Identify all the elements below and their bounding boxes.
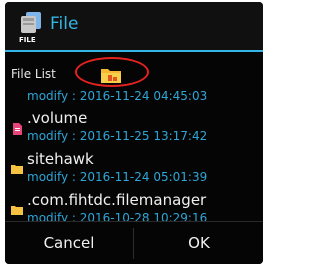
list-item[interactable]: .volume modify : 2016-11-25 13:17:42 (5, 109, 263, 149)
path-label: File List (11, 67, 56, 81)
ok-button[interactable]: OK (135, 222, 263, 264)
title-divider (5, 50, 263, 52)
item-modified-date: modify : 2016-11-25 13:17:42 (27, 129, 208, 143)
button-bar: Cancel OK (5, 221, 263, 264)
file-icon (13, 123, 22, 135)
item-name: .volume (27, 109, 88, 127)
path-bar: File List (5, 54, 263, 92)
dialog-title: File (50, 14, 79, 34)
item-name: .com.fihtdc.filemanager (27, 191, 207, 209)
list-item[interactable]: .com.fihtdc.filemanager modify : 2016-10… (5, 191, 263, 221)
file-manager-app-icon: FILE (19, 12, 41, 44)
item-modified-date: modify : 2016-10-28 10:29:16 (27, 211, 208, 221)
item-modified-date: modify : 2016-11-24 05:01:39 (27, 170, 208, 184)
dialog-title-bar: FILE File (5, 2, 263, 50)
list-item[interactable]: modify : 2016-11-24 04:45:03 (5, 89, 263, 109)
button-divider (133, 228, 134, 259)
folder-icon (11, 165, 23, 174)
folder-icon (11, 206, 23, 215)
item-modified-date: modify : 2016-11-24 04:45:03 (27, 89, 208, 103)
cancel-button[interactable]: Cancel (5, 222, 133, 264)
file-dialog: FILE File File List modify : 2016-11-24 … (5, 2, 263, 264)
list-item[interactable]: sitehawk modify : 2016-11-24 05:01:39 (5, 150, 263, 190)
item-name: sitehawk (27, 150, 94, 168)
file-list[interactable]: modify : 2016-11-24 04:45:03 .volume mod… (5, 89, 263, 221)
highlight-circle (75, 57, 149, 87)
app-icon-caption: FILE (19, 36, 36, 44)
